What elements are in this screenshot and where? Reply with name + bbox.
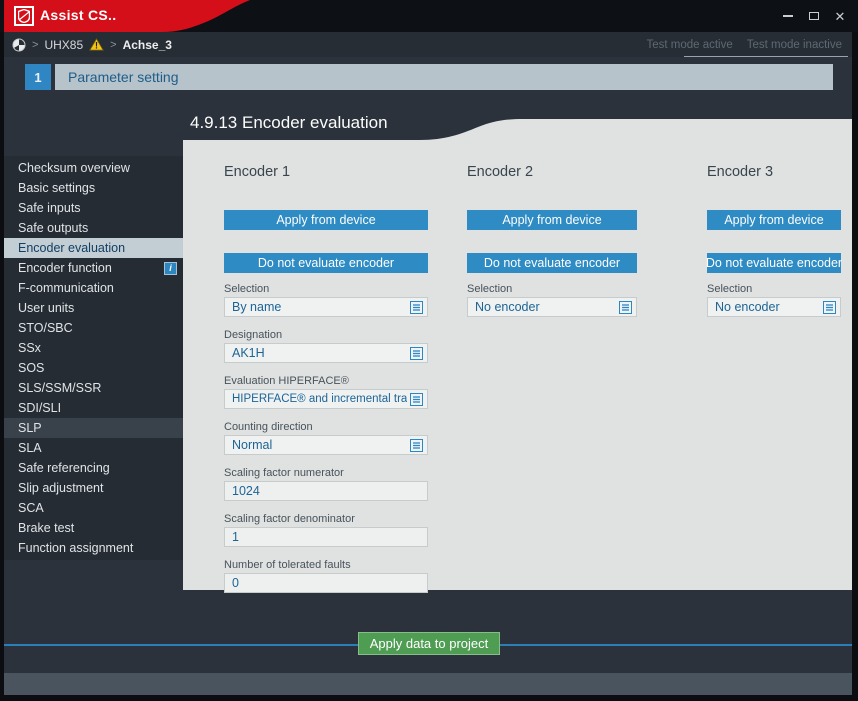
svg-text:!: !	[95, 41, 98, 51]
encoder-2-do-not-evaluate-button[interactable]: Do not evaluate encoder	[467, 253, 637, 273]
encoder-1-tolerated-faults-field: Number of tolerated faults	[224, 559, 428, 593]
list-dropdown-icon[interactable]	[410, 439, 423, 452]
sidebar-item-basic-settings[interactable]: Basic settings	[4, 178, 183, 198]
sidebar-item-user-units[interactable]: User units	[4, 298, 183, 318]
encoder-1-title: Encoder 1	[224, 164, 428, 184]
sidebar-item-safe-outputs[interactable]: Safe outputs	[4, 218, 183, 238]
window-controls: ✕	[780, 0, 848, 32]
window-body: > UHX85 ! > Achse_3 Test mode active Tes…	[4, 32, 852, 695]
sidebar-item-slip-adjustment[interactable]: Slip adjustment	[4, 478, 183, 498]
encoder-1-scaling-numerator-input[interactable]	[224, 481, 428, 501]
encoder-1-tolerated-faults-input[interactable]	[224, 573, 428, 593]
minimize-icon	[783, 15, 793, 17]
info-icon[interactable]: i	[164, 262, 177, 275]
step-label-bar: Parameter setting	[55, 64, 833, 90]
breadcrumb-device[interactable]: UHX85	[44, 38, 83, 52]
encoder-1-designation-field: Designation AK1H	[224, 329, 428, 363]
encoder-1-column: Encoder 1 Apply from device Do not evalu…	[224, 140, 428, 590]
sidebar-item-function-assignment[interactable]: Function assignment	[4, 538, 183, 558]
breadcrumb-separator: >	[32, 39, 38, 51]
list-dropdown-icon[interactable]	[410, 393, 423, 406]
encoder-3-apply-from-device-button[interactable]: Apply from device	[707, 210, 841, 230]
sidebar-item-f-communication[interactable]: F-communication	[4, 278, 183, 298]
breadcrumb-axis[interactable]: Achse_3	[123, 38, 172, 52]
encoder-1-apply-from-device-button[interactable]: Apply from device	[224, 210, 428, 230]
sidebar-item-sca[interactable]: SCA	[4, 498, 183, 518]
minimize-button[interactable]	[780, 8, 796, 24]
encoder-2-selection-field: Selection No encoder	[467, 283, 637, 317]
sidebar-item-encoder-function[interactable]: Encoder function i	[4, 258, 183, 278]
test-mode-inactive-link[interactable]: Test mode inactive	[747, 39, 842, 51]
encoder-3-do-not-evaluate-button[interactable]: Do not evaluate encoder	[707, 253, 841, 273]
test-mode-active-link[interactable]: Test mode active	[646, 39, 732, 51]
encoder-2-selection-dropdown[interactable]: No encoder	[467, 297, 637, 317]
step-number-badge: 1	[25, 64, 51, 90]
list-dropdown-icon[interactable]	[823, 301, 836, 314]
encoder-1-designation-dropdown[interactable]: AK1H	[224, 343, 428, 363]
step-label: Parameter setting	[68, 69, 179, 85]
list-dropdown-icon[interactable]	[410, 301, 423, 314]
list-dropdown-icon[interactable]	[619, 301, 632, 314]
status-bar	[4, 673, 852, 695]
encoder-1-counting-direction-field: Counting direction Normal	[224, 421, 428, 455]
sidebar-item-safe-inputs[interactable]: Safe inputs	[4, 198, 183, 218]
encoder-2-column: Encoder 2 Apply from device Do not evalu…	[467, 140, 637, 590]
sidebar-item-encoder-evaluation[interactable]: Encoder evaluation	[4, 238, 183, 258]
sidebar-item-brake-test[interactable]: Brake test	[4, 518, 183, 538]
encoder-1-do-not-evaluate-button[interactable]: Do not evaluate encoder	[224, 253, 428, 273]
project-icon[interactable]	[12, 38, 26, 52]
encoder-1-selection-field: Selection By name	[224, 283, 428, 317]
encoder-1-evaluation-hiperface-dropdown[interactable]: HIPERFACE® and incremental tracks	[224, 389, 428, 409]
encoder-panel: Encoder 1 Apply from device Do not evalu…	[183, 140, 852, 590]
list-dropdown-icon[interactable]	[410, 347, 423, 360]
sidebar-item-sto-sbc[interactable]: STO/SBC	[4, 318, 183, 338]
sidebar-nav: Checksum overview Basic settings Safe in…	[4, 156, 183, 560]
title-bar: Assist CS.. ✕	[0, 0, 858, 32]
encoder-3-selection-field: Selection No encoder	[707, 283, 841, 317]
encoder-1-scaling-numerator-field: Scaling factor numerator	[224, 467, 428, 501]
app-logo-icon	[14, 6, 34, 26]
sidebar-item-sdi-sli[interactable]: SDI/SLI	[4, 398, 183, 418]
sidebar-item-checksum-overview[interactable]: Checksum overview	[4, 158, 183, 178]
maximize-button[interactable]	[806, 8, 822, 24]
encoder-1-scaling-denominator-field: Scaling factor denominator	[224, 513, 428, 547]
encoder-1-selection-dropdown[interactable]: By name	[224, 297, 428, 317]
app-window: Assist CS.. ✕ > UHX85	[0, 0, 858, 701]
app-title: Assist CS..	[40, 7, 116, 23]
sidebar-item-ssx[interactable]: SSx	[4, 338, 183, 358]
encoder-3-title: Encoder 3	[707, 164, 841, 184]
test-mode-underline	[684, 56, 848, 57]
encoder-2-apply-from-device-button[interactable]: Apply from device	[467, 210, 637, 230]
close-button[interactable]: ✕	[832, 8, 848, 24]
sidebar-item-sla[interactable]: SLA	[4, 438, 183, 458]
encoder-2-title: Encoder 2	[467, 164, 637, 184]
sidebar-item-sos[interactable]: SOS	[4, 358, 183, 378]
sidebar-item-sls-ssm-ssr[interactable]: SLS/SSM/SSR	[4, 378, 183, 398]
apply-data-to-project-button[interactable]: Apply data to project	[358, 632, 500, 655]
encoder-1-evaluation-hiperface-field: Evaluation HIPERFACE® HIPERFACE® and inc…	[224, 375, 428, 409]
close-icon: ✕	[835, 10, 846, 23]
panel-swoosh	[183, 119, 852, 140]
breadcrumb-bar: > UHX85 ! > Achse_3 Test mode active Tes…	[4, 32, 852, 57]
sidebar-item-safe-referencing[interactable]: Safe referencing	[4, 458, 183, 478]
warning-icon: !	[89, 38, 104, 51]
test-mode-links: Test mode active Test mode inactive	[640, 32, 848, 57]
sidebar-item-slp[interactable]: SLP	[4, 418, 183, 438]
encoder-1-counting-direction-dropdown[interactable]: Normal	[224, 435, 428, 455]
encoder-1-scaling-denominator-input[interactable]	[224, 527, 428, 547]
maximize-icon	[809, 12, 819, 20]
breadcrumb: > UHX85 ! > Achse_3	[12, 32, 172, 57]
encoder-3-column: Encoder 3 Apply from device Do not evalu…	[707, 140, 841, 590]
encoder-3-selection-dropdown[interactable]: No encoder	[707, 297, 841, 317]
breadcrumb-separator: >	[110, 39, 116, 51]
